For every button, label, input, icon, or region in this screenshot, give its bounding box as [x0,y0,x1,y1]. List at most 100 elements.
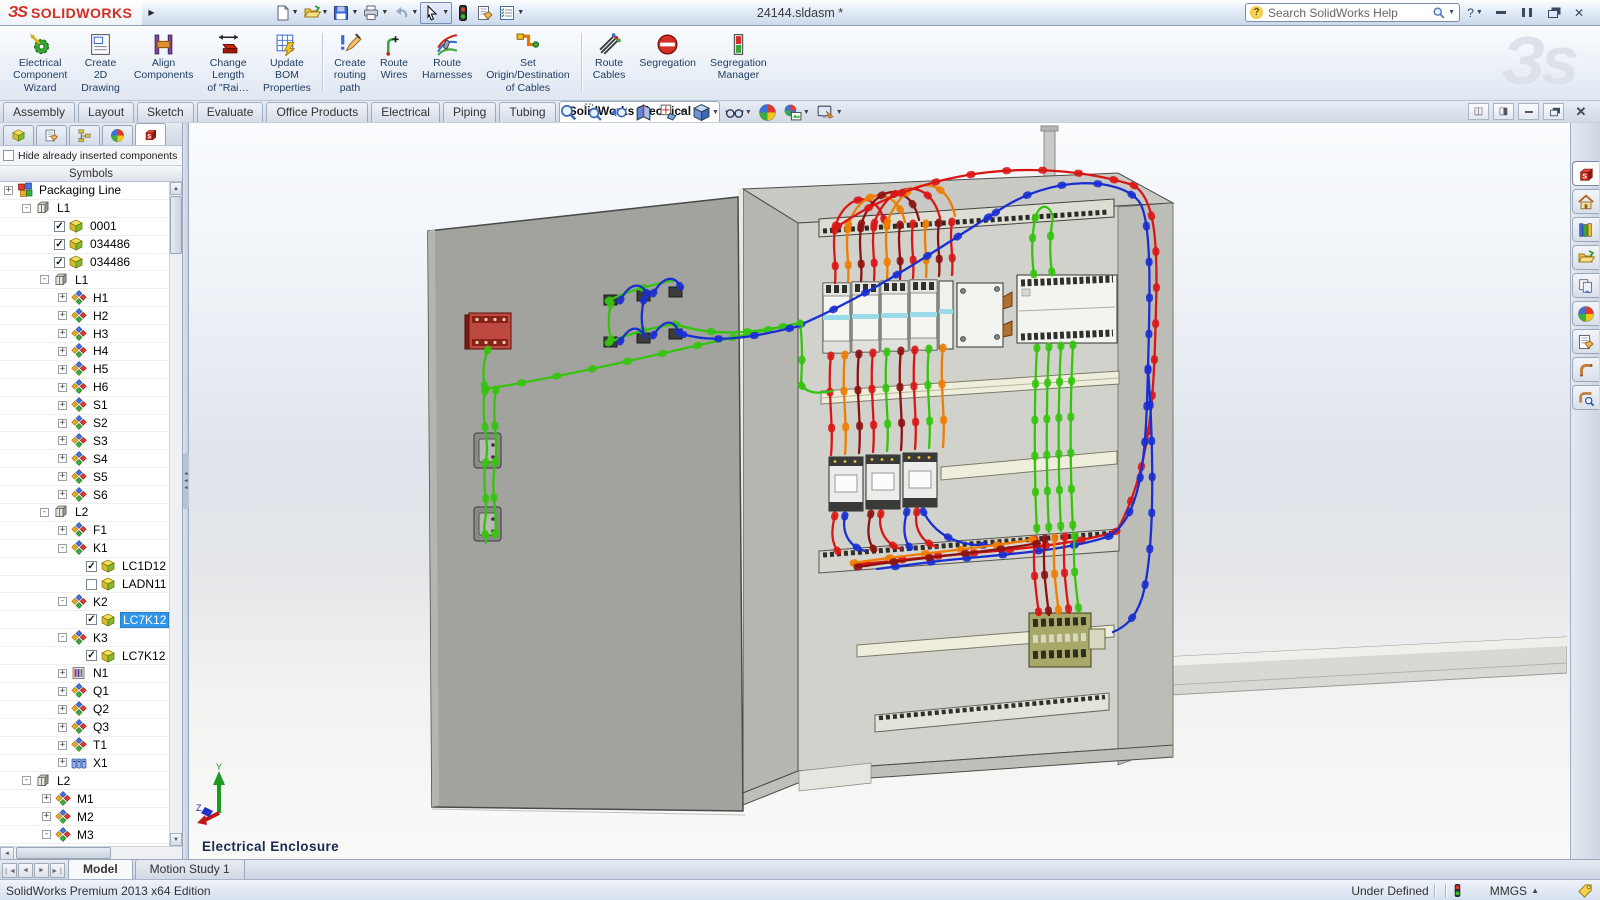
design-library-button[interactable] [1572,217,1599,242]
prev-tab-icon[interactable]: ◄ [18,863,33,878]
tree-item-h4[interactable]: +H4 [0,343,169,361]
pane-left-button[interactable]: ◫ [1468,103,1489,120]
expand-icon[interactable]: + [58,526,67,535]
expand-icon[interactable]: + [58,687,67,696]
plc-module[interactable] [1017,275,1117,343]
tree-item-l1[interactable]: -L1 [0,271,169,289]
tree-item-m3[interactable]: -M3 [0,826,169,844]
tree-item-k3[interactable]: -K3 [0,629,169,647]
create-routing-path-button[interactable]: Createroutingpath [327,28,373,96]
edit-properties-button[interactable] [474,2,496,24]
expand-icon[interactable]: + [58,347,67,356]
help-search-input[interactable]: ? Search SolidWorks Help ▼ [1245,3,1460,22]
tree-item-s3[interactable]: +S3 [0,432,169,450]
doc-restore-button[interactable] [1543,103,1564,120]
tree-item-l1[interactable]: -L1 [0,200,169,218]
expand-icon[interactable]: + [58,329,67,338]
scroll-down-icon[interactable]: ▼ [170,833,182,846]
graphics-viewport[interactable]: Y Z Electrical Enclosure [189,123,1570,859]
tree-item-h6[interactable]: +H6 [0,379,169,397]
display-lights-button[interactable] [452,2,474,24]
scroll-thumb[interactable] [170,196,182,254]
align-components-button[interactable]: AlignComponents [127,28,201,96]
tree-item-m1[interactable]: +M1 [0,790,169,808]
routing-tools-button[interactable] [1572,385,1599,410]
enclosure-3d-model[interactable] [189,123,1567,859]
tree-item-s1[interactable]: +S1 [0,397,169,415]
route-harnesses-button[interactable]: RouteHarnesses [415,28,479,96]
tree-item-h5[interactable]: +H5 [0,361,169,379]
expand-icon[interactable]: + [42,812,51,821]
tree-item-t1[interactable]: +T1 [0,737,169,755]
home-button[interactable] [1572,189,1599,214]
tree-item-s5[interactable]: +S5 [0,468,169,486]
zoom-to-fit-button[interactable] [556,102,581,123]
select-button[interactable]: ▼ [420,2,452,24]
tree-item-k1[interactable]: -K1 [0,540,169,558]
tree-item-q1[interactable]: +Q1 [0,683,169,701]
tree-item-h2[interactable]: +H2 [0,307,169,325]
appearances-button[interactable] [1572,301,1599,326]
collapse-icon[interactable]: - [40,275,49,284]
search-icon[interactable] [1432,6,1446,20]
tree-item-lc7k12[interactable]: ✓LC7K12 [0,611,169,629]
expand-icon[interactable]: + [58,454,67,463]
save-button[interactable]: ▼ [330,2,360,24]
tree-item-ladn11[interactable]: LADN11 [0,576,169,594]
tree-item-q2[interactable]: +Q2 [0,701,169,719]
undo-button[interactable]: ▼ [390,2,420,24]
contactor-group[interactable] [829,453,937,511]
tab-office-products[interactable]: Office Products [266,102,368,122]
expand-icon[interactable]: + [58,419,67,428]
last-tab-icon[interactable]: ►❘ [50,863,65,878]
expand-icon[interactable]: + [58,741,67,750]
visibility-checkbox[interactable]: ✓ [86,614,97,625]
expand-icon[interactable]: + [58,705,67,714]
tree-item-l2[interactable]: -L2 [0,772,169,790]
open-button[interactable]: ▼ [301,2,331,24]
status-lights-icon[interactable] [1451,883,1464,898]
first-tab-icon[interactable]: ❘◄ [2,863,17,878]
tab-layout[interactable]: Layout [78,102,134,122]
minimize-button[interactable] [1490,4,1512,22]
collapse-icon[interactable]: - [58,633,67,642]
tree-item-packaging-line[interactable]: +Packaging Line [0,182,169,200]
search-dropdown-icon[interactable]: ▼ [1448,9,1455,16]
expand-icon[interactable]: + [4,186,13,195]
expand-icon[interactable]: + [58,490,67,499]
tab-tubing[interactable]: Tubing [499,102,555,122]
tree-item-q3[interactable]: +Q3 [0,719,169,737]
visibility-checkbox[interactable] [86,579,97,590]
tree-item-lc7k12[interactable]: ✓LC7K12 [0,647,169,665]
tree-item-s4[interactable]: +S4 [0,450,169,468]
hide-show-items-button[interactable]: ▼ [722,102,755,123]
doc-minimize-button[interactable] [1518,103,1539,120]
tree-item-s6[interactable]: +S6 [0,486,169,504]
zoom-to-area-button[interactable] [581,102,606,123]
segregation-manager-button[interactable]: SegregationManager [703,28,774,96]
doc-close-button[interactable]: ✕ [1570,103,1592,120]
expand-icon[interactable]: + [58,669,67,678]
tree-item-m2[interactable]: +M2 [0,808,169,826]
tab-piping[interactable]: Piping [443,102,496,122]
set-origin-destination-button[interactable]: SetOrigin/Destinationof Cables [479,28,576,96]
properties-tab[interactable] [36,125,67,145]
expand-icon[interactable]: + [58,401,67,410]
expand-icon[interactable]: + [58,293,67,302]
doc-tab-motion-study-1[interactable]: Motion Study 1 [135,859,245,879]
solidworks-resources-button[interactable]: S [1572,161,1599,186]
doc-tab-model[interactable]: Model [68,859,133,879]
scroll-up-icon[interactable]: ▲ [170,182,182,195]
expand-icon[interactable]: + [58,758,67,767]
cascade-button[interactable] [1542,4,1564,22]
visibility-checkbox[interactable]: ✓ [54,257,65,268]
tree-item-034486[interactable]: ✓034486 [0,236,169,254]
units-selector[interactable]: MMGS [1490,884,1527,898]
collapse-icon[interactable]: - [58,597,67,606]
display-style-button[interactable]: ▼ [689,102,722,123]
tab-sketch[interactable]: Sketch [137,102,194,122]
close-button[interactable]: ✕ [1568,4,1590,22]
visibility-checkbox[interactable]: ✓ [54,221,65,232]
scroll-left-icon[interactable]: ◄ [0,847,14,860]
route-cables-button[interactable]: RouteCables [586,28,633,96]
